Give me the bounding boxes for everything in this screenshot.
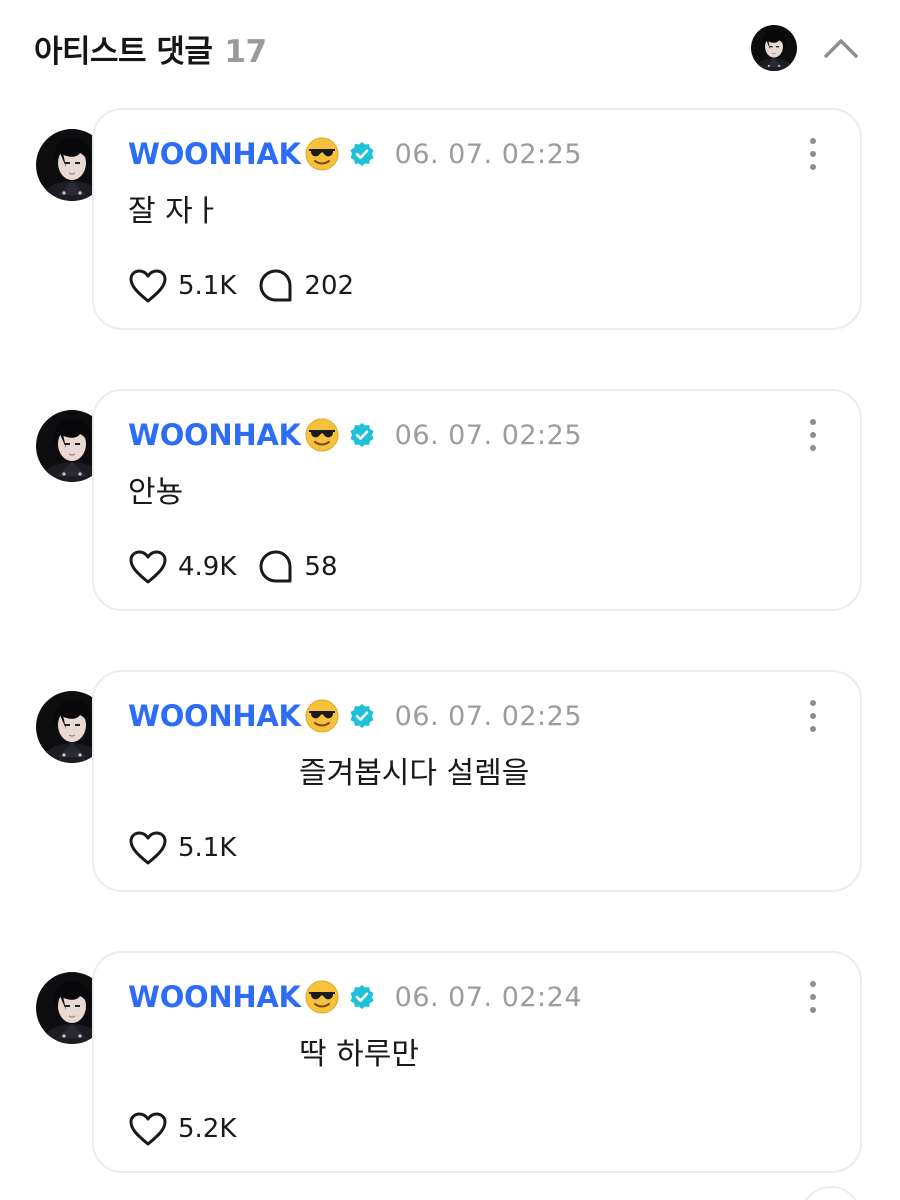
section-title-text: 아티스트 댓글 — [34, 34, 213, 70]
comment-timestamp: 06. 07. 02:24 — [394, 981, 583, 1013]
dot-icon — [810, 994, 816, 1000]
dot-icon — [810, 164, 816, 170]
comment-text: 즐겨봅시다 설렘을 — [299, 756, 530, 791]
dot-icon — [810, 419, 816, 425]
comment-actions: 4.9K 58 — [128, 549, 360, 585]
verified-badge-icon — [349, 422, 375, 448]
comment-card: WOONHAK 06. 07. 02:25 잘 자ㅏ 5.1K 202 — [92, 108, 862, 330]
comment-timestamp: 06. 07. 02:25 — [394, 700, 583, 732]
sunglasses-emoji-icon — [305, 418, 339, 452]
reply-button[interactable]: 202 — [258, 268, 354, 304]
artist-avatar-image — [751, 25, 797, 71]
sunglasses-emoji-icon — [305, 699, 339, 733]
reply-count: 58 — [304, 552, 338, 582]
author-name[interactable]: WOONHAK — [128, 980, 301, 1014]
verified-badge-icon — [349, 984, 375, 1010]
reply-button[interactable]: 58 — [258, 549, 338, 585]
dot-icon — [810, 1007, 816, 1013]
like-count: 5.1K — [178, 271, 237, 301]
verified-badge-icon — [349, 141, 375, 167]
comment-actions: 5.1K 202 — [128, 268, 376, 304]
dot-icon — [810, 151, 816, 157]
like-button[interactable]: 5.1K — [128, 830, 236, 866]
more-options-button[interactable] — [806, 138, 820, 170]
floating-button[interactable] — [800, 1186, 862, 1200]
dot-icon — [810, 138, 816, 144]
verified-badge-icon — [349, 703, 375, 729]
like-button[interactable]: 5.2K — [128, 1111, 236, 1147]
comment-actions: 5.2K — [128, 1111, 258, 1147]
heart-icon — [128, 549, 168, 585]
dot-icon — [810, 981, 816, 987]
comment-timestamp: 06. 07. 02:25 — [394, 138, 583, 170]
like-button[interactable]: 5.1K — [128, 268, 236, 304]
comment-text: 딱 하루만 — [299, 1037, 419, 1072]
section-title: 아티스트 댓글 17 — [34, 26, 267, 71]
comment-card: WOONHAK 06. 07. 02:24 딱 하루만 5.2K — [92, 951, 862, 1173]
comments-header: 아티스트 댓글 17 — [0, 0, 900, 96]
more-options-button[interactable] — [806, 419, 820, 451]
comment-actions: 5.1K — [128, 830, 258, 866]
dot-icon — [810, 726, 816, 732]
reply-count: 202 — [304, 271, 355, 301]
speech-bubble-icon — [258, 549, 294, 585]
comment-meta: WOONHAK 06. 07. 02:24 — [128, 977, 582, 1017]
more-options-button[interactable] — [806, 981, 820, 1013]
like-count: 4.9K — [178, 552, 237, 582]
like-count: 5.2K — [178, 1114, 237, 1144]
like-count: 5.1K — [178, 833, 237, 863]
like-button[interactable]: 4.9K — [128, 549, 236, 585]
chevron-up-icon — [824, 39, 858, 58]
more-options-button[interactable] — [806, 700, 820, 732]
heart-icon — [128, 830, 168, 866]
artist-avatar[interactable] — [751, 25, 797, 71]
comment-meta: WOONHAK 06. 07. 02:25 — [128, 696, 582, 736]
dot-icon — [810, 445, 816, 451]
dot-icon — [810, 713, 816, 719]
author-name[interactable]: WOONHAK — [128, 699, 301, 733]
author-name[interactable]: WOONHAK — [128, 418, 301, 452]
dot-icon — [810, 700, 816, 706]
comment-card: WOONHAK 06. 07. 02:25 즐겨봅시다 설렘을 5.1K — [92, 670, 862, 892]
heart-icon — [128, 1111, 168, 1147]
comment-text: 잘 자ㅏ — [128, 194, 221, 229]
artist-comments-page: 아티스트 댓글 17 WOONHAK 06. 07. 02:25 잘 자ㅏ 5.… — [0, 0, 900, 1200]
comment-card: WOONHAK 06. 07. 02:25 안뇽 4.9K 58 — [92, 389, 862, 611]
heart-icon — [128, 268, 168, 304]
comment-timestamp: 06. 07. 02:25 — [394, 419, 583, 451]
comment-meta: WOONHAK 06. 07. 02:25 — [128, 415, 582, 455]
collapse-button[interactable] — [818, 28, 864, 68]
dot-icon — [810, 432, 816, 438]
sunglasses-emoji-icon — [305, 137, 339, 171]
speech-bubble-icon — [258, 268, 294, 304]
comment-count: 17 — [224, 34, 267, 70]
comment-text: 안뇽 — [128, 475, 184, 510]
sunglasses-emoji-icon — [305, 980, 339, 1014]
author-name[interactable]: WOONHAK — [128, 137, 301, 171]
comment-meta: WOONHAK 06. 07. 02:25 — [128, 134, 582, 174]
